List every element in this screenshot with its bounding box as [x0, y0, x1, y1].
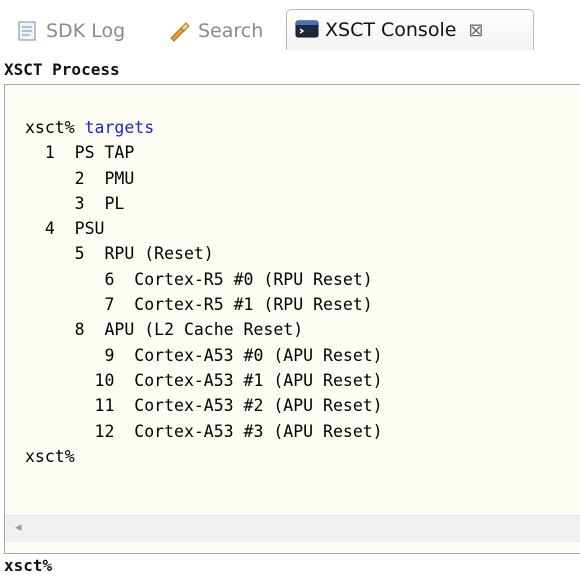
command-text: targets: [84, 118, 155, 137]
output-line: 11 Cortex-A53 #2 (APU Reset): [25, 396, 383, 416]
tab-sdk-log[interactable]: SDK Log: [16, 14, 125, 48]
scroll-left-icon[interactable]: ◂: [15, 520, 22, 535]
output-line: 2 PMU: [25, 168, 135, 188]
output-line: 8 APU (L2 Cache Reset): [25, 320, 304, 340]
output-line: 4 PSU: [25, 219, 105, 239]
log-icon: [16, 20, 38, 42]
output-line: 12 Cortex-A53 #3 (APU Reset): [25, 421, 383, 441]
search-flashlight-icon: [168, 20, 190, 42]
console-text: xsct% targets 1 PS TAP 2 PMU 3 PL 4 PSU …: [25, 115, 383, 469]
end-prompt: xsct%: [25, 446, 75, 466]
output-line: 9 Cortex-A53 #0 (APU Reset): [25, 345, 383, 365]
output-line: 5 RPU (Reset): [25, 244, 214, 264]
close-tab-icon[interactable]: ⊠: [468, 20, 483, 41]
prompt: xsct%: [25, 118, 75, 137]
console-output[interactable]: xsct% targets 1 PS TAP 2 PMU 3 PL 4 PSU …: [4, 84, 580, 554]
output-line: 1 PS TAP: [25, 143, 135, 163]
view-tab-bar: SDK Log Search XSCT Console ⊠: [0, 0, 580, 58]
command-line: xsct% targets: [25, 115, 383, 140]
tab-search[interactable]: Search: [168, 14, 263, 48]
tab-label: XSCT Console: [325, 19, 457, 41]
output-line: 7 Cortex-R5 #1 (RPU Reset): [25, 295, 373, 315]
tab-label: Search: [198, 20, 264, 42]
console-title: XSCT Process: [4, 60, 120, 79]
tab-xsct-console[interactable]: XSCT Console ⊠: [286, 9, 534, 50]
input-prompt[interactable]: xsct%: [4, 556, 52, 575]
output-line: 10 Cortex-A53 #1 (APU Reset): [25, 370, 383, 390]
output-line: 3 PL: [25, 193, 125, 213]
horizontal-scrollbar[interactable]: ◂: [5, 515, 580, 542]
output-line: 6 Cortex-R5 #0 (RPU Reset): [25, 269, 373, 289]
console-icon: [295, 19, 319, 41]
tab-label: SDK Log: [46, 20, 126, 42]
